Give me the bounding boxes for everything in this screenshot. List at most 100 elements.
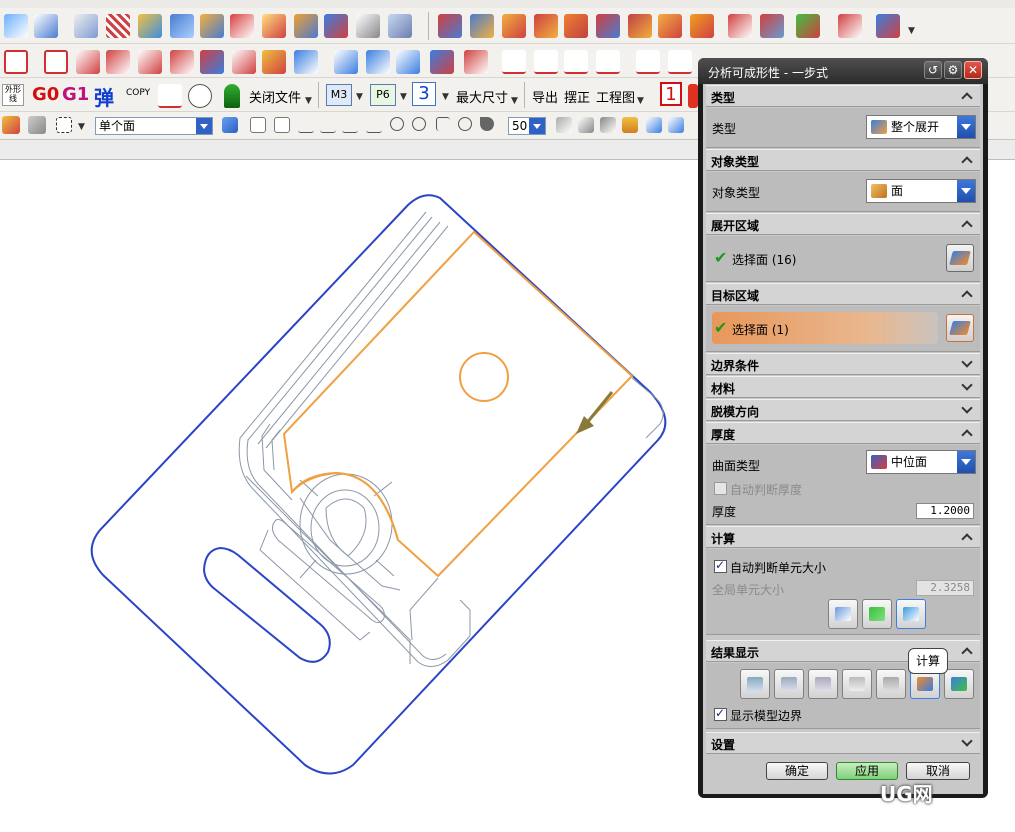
section-settings-header[interactable]: 设置 — [706, 732, 980, 754]
chevron-down-icon[interactable] — [962, 737, 974, 749]
sheet-metal-icon-4[interactable] — [534, 14, 558, 38]
chevron-up-icon[interactable] — [962, 154, 974, 166]
close-icon[interactable]: ✕ — [964, 61, 982, 79]
curve-tool-icon-8[interactable] — [294, 50, 318, 74]
chevron-up-icon[interactable] — [962, 288, 974, 300]
sweep-icon[interactable] — [34, 14, 58, 38]
g0-button[interactable]: G0 — [32, 84, 59, 105]
curve-tool-icon-4[interactable] — [170, 50, 194, 74]
section-object-type-header[interactable]: 对象类型 — [706, 149, 980, 171]
box-surface-icon[interactable] — [138, 14, 162, 38]
snap-midpoint-icon[interactable] — [274, 117, 290, 133]
mesh-surface-icon[interactable] — [74, 14, 98, 38]
layer-icon-1[interactable] — [556, 117, 572, 133]
spline-icon-5[interactable] — [636, 50, 660, 74]
p6-dropdown-icon[interactable]: ▼ — [400, 92, 407, 102]
sheet-metal-icon-1[interactable] — [438, 14, 462, 38]
grid-surface-icon[interactable] — [106, 14, 130, 38]
surface-type-select[interactable]: 中位面 — [866, 450, 976, 474]
chevron-down-icon[interactable] — [962, 358, 974, 370]
snap-value-select[interactable]: 50 — [508, 117, 546, 135]
snap-center-icon[interactable] — [390, 117, 404, 131]
chevron-up-icon[interactable] — [962, 531, 974, 543]
filter-icon[interactable] — [2, 116, 20, 134]
close-file-dropdown-icon[interactable]: ▼ — [305, 96, 312, 106]
auto-thickness-checkbox[interactable] — [714, 482, 727, 495]
layer-icon-3[interactable] — [600, 117, 616, 133]
reset-icon[interactable]: ↺ — [924, 61, 942, 79]
spring-button[interactable]: 弹 — [94, 82, 114, 111]
box-view-icon[interactable] — [356, 14, 380, 38]
grid-icon[interactable] — [838, 14, 862, 38]
m3-dropdown-icon[interactable]: ▼ — [356, 92, 363, 102]
object-type-select[interactable]: 面 — [866, 179, 976, 203]
spline-icon-3[interactable] — [564, 50, 588, 74]
chevron-up-icon[interactable] — [962, 645, 974, 657]
section-thickness-header[interactable]: 厚度 — [706, 422, 980, 444]
three-button[interactable]: 3 — [412, 82, 436, 106]
type-select[interactable]: 整个展开 — [866, 115, 976, 139]
outline-shape-icon[interactable] — [4, 50, 28, 74]
surface-tool-icon[interactable] — [4, 14, 28, 38]
crosshair-icon[interactable] — [188, 84, 212, 108]
outline-button[interactable]: 外形线 — [2, 84, 24, 106]
snap-endpoint-icon[interactable] — [250, 117, 266, 133]
result-stress-button[interactable] — [808, 669, 838, 699]
snap-pie-icon[interactable] — [480, 117, 494, 131]
chevron-up-icon[interactable] — [962, 427, 974, 439]
plate-icon-2[interactable] — [760, 14, 784, 38]
curve-tool-icon-5[interactable] — [200, 50, 224, 74]
compute-button[interactable] — [896, 599, 926, 629]
offset-outline-icon[interactable] — [44, 50, 68, 74]
export-button[interactable]: 导出 — [532, 87, 558, 106]
drawing-dropdown-icon[interactable]: ▼ — [637, 96, 644, 106]
snap-intersect-icon[interactable] — [366, 117, 382, 133]
spline-icon[interactable] — [502, 50, 526, 74]
sheet-metal-icon-5[interactable] — [564, 14, 588, 38]
chevron-down-icon[interactable] — [962, 381, 974, 393]
render-icon[interactable] — [796, 14, 820, 38]
snap-tangent-icon[interactable] — [320, 117, 336, 133]
ruler-icon[interactable] — [622, 117, 638, 133]
spline-icon-6[interactable] — [668, 50, 692, 74]
section-material-header[interactable]: 材料 — [706, 376, 980, 398]
sheet-metal-icon-7[interactable] — [628, 14, 652, 38]
result-thickness-button[interactable] — [740, 669, 770, 699]
max-size-dropdown-icon[interactable]: ▼ — [511, 96, 518, 106]
curve-tool-icon-10[interactable] — [366, 50, 390, 74]
blend-surface-icon[interactable] — [230, 14, 254, 38]
arrow-right-icon[interactable] — [222, 117, 238, 133]
chevron-down-icon[interactable] — [957, 180, 975, 202]
snap-point-icon[interactable] — [436, 117, 450, 131]
show-boundary-checkbox[interactable] — [714, 706, 727, 721]
m3-button[interactable]: M3 — [326, 84, 352, 106]
sheet-metal-icon-2[interactable] — [470, 14, 494, 38]
section-target-region-header[interactable]: 目标区域 — [706, 283, 980, 305]
spline-icon-4[interactable] — [596, 50, 620, 74]
curve-tool-icon-2[interactable] — [106, 50, 130, 74]
curve-tool-icon-12[interactable] — [430, 50, 454, 74]
snap-quadrant-icon[interactable] — [412, 117, 426, 131]
section-unfold-region-header[interactable]: 展开区域 — [706, 213, 980, 235]
snap-curve-icon[interactable] — [342, 117, 358, 133]
one-button[interactable]: 1 — [660, 82, 682, 106]
curve-tool-icon-6[interactable] — [232, 50, 256, 74]
layered-icon[interactable] — [690, 14, 714, 38]
chevron-up-icon[interactable] — [962, 90, 974, 102]
curve-tool-icon-7[interactable] — [262, 50, 286, 74]
chevron-down-icon[interactable] — [957, 451, 975, 473]
validate-button[interactable] — [862, 599, 892, 629]
sheet-metal-icon-3[interactable] — [502, 14, 526, 38]
snap-icon[interactable] — [28, 116, 46, 134]
section-draft-header[interactable]: 脱模方向 — [706, 399, 980, 421]
curve-tool-icon-1[interactable] — [76, 50, 100, 74]
snap-line-icon[interactable] — [298, 117, 314, 133]
mesh-button[interactable] — [828, 599, 858, 629]
snap-face-icon[interactable] — [458, 117, 472, 131]
dialog-titlebar[interactable]: 分析可成形性 - 一步式 ↺ ⚙ ✕ — [698, 58, 988, 84]
select-box-icon[interactable] — [56, 117, 72, 133]
s-curve-icon[interactable] — [324, 14, 348, 38]
bolt-icon[interactable] — [224, 84, 240, 108]
curve-tool-icon-11[interactable] — [396, 50, 420, 74]
place-button[interactable]: 摆正 — [564, 87, 590, 106]
